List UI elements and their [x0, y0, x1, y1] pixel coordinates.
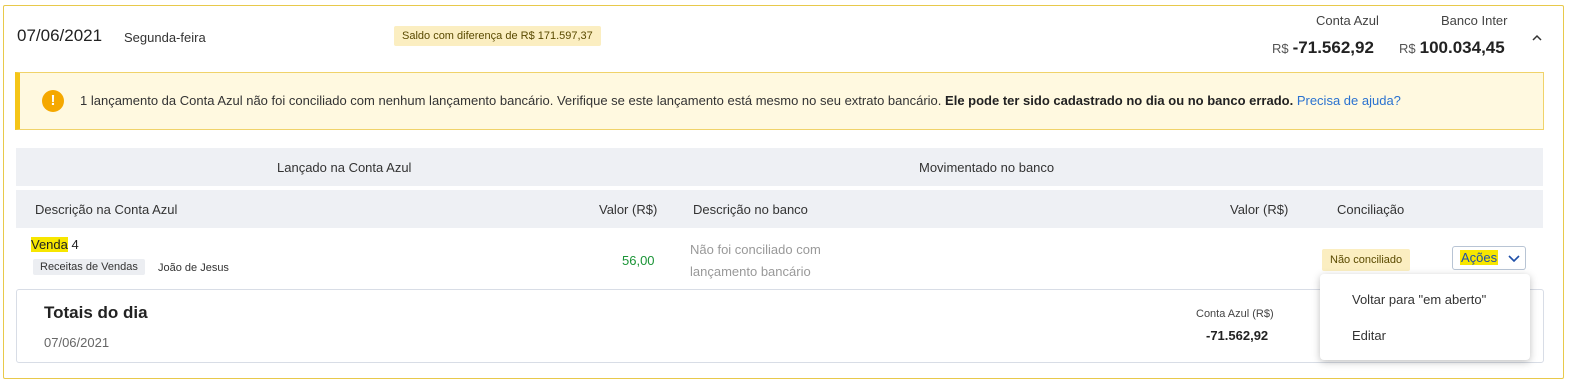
menu-item-editar[interactable]: Editar [1352, 328, 1386, 343]
bank-description: Não foi conciliado com lançamento bancár… [690, 242, 821, 279]
conta-azul-balance-value: -71.562,92 [1292, 38, 1374, 57]
transaction-description-rest: 4 [67, 237, 79, 252]
transaction-description[interactable]: Venda 4 [31, 237, 79, 252]
currency-symbol: R$ [1272, 41, 1289, 56]
banco-inter-balance-value: 100.034,45 [1419, 38, 1505, 57]
conta-azul-balance: R$ -71.562,92 [1272, 38, 1374, 58]
banco-inter-label: Banco Inter [1441, 13, 1508, 28]
totals-date: 07/06/2021 [44, 335, 110, 350]
menu-item-voltar-em-aberto[interactable]: Voltar para "em aberto" [1352, 292, 1486, 307]
group-header-banco: Movimentado no banco [919, 160, 1055, 175]
currency-symbol: R$ [1399, 41, 1416, 56]
help-link[interactable]: Precisa de ajuda? [1297, 93, 1401, 108]
totals-title: Totais do dia [44, 303, 148, 322]
actions-dropdown-button[interactable]: Ações [1452, 246, 1526, 270]
collapse-chevron-up-icon[interactable] [1530, 31, 1544, 45]
col-header-valor-conta-azul: Valor (R$) [599, 202, 658, 217]
table-column-header: Descrição na Conta Azul Valor (R$) Descr… [16, 190, 1543, 228]
totals-conta-azul-value: -71.562,92 [1206, 328, 1269, 343]
category-tag: Receitas de Vendas [33, 259, 145, 275]
alert-bold-text: Ele pode ter sido cadastrado no dia ou n… [945, 93, 1294, 108]
actions-label: Ações [1460, 250, 1499, 265]
day-totals-panel [16, 289, 1544, 363]
banco-inter-balance: R$ 100.034,45 [1399, 38, 1505, 58]
conta-azul-label: Conta Azul [1316, 13, 1379, 28]
day-date: 07/06/2021 [17, 26, 103, 45]
day-weekday: Segunda-feira [124, 30, 206, 45]
alert-message: 1 lançamento da Conta Azul não foi conci… [80, 93, 1401, 108]
contact-name: João de Jesus [158, 262, 229, 274]
balance-difference-badge: Saldo com diferença de R$ 171.597,37 [394, 26, 601, 46]
col-header-valor-banco: Valor (R$) [1230, 202, 1289, 217]
actions-menu: Voltar para "em aberto" Editar [1320, 274, 1530, 360]
status-badge: Não conciliado [1322, 249, 1411, 271]
totals-conta-azul-label: Conta Azul (R$) [1196, 308, 1274, 320]
chevron-down-icon [1508, 255, 1520, 263]
transaction-value: 56,00 [622, 253, 655, 268]
col-header-conciliacao: Conciliação [1337, 202, 1405, 217]
alert-text: 1 lançamento da Conta Azul não foi conci… [80, 93, 942, 108]
exclamation-icon: ! [42, 90, 64, 112]
warning-alert: ! 1 lançamento da Conta Azul não foi con… [15, 72, 1544, 130]
table-group-header: Lançado na Conta Azul Movimentado no ban… [16, 148, 1543, 186]
col-header-descricao-banco: Descrição no banco [693, 202, 808, 217]
group-header-conta-azul: Lançado na Conta Azul [277, 160, 412, 175]
search-highlight: Venda [31, 237, 68, 252]
col-header-descricao-conta-azul: Descrição na Conta Azul [35, 202, 178, 217]
